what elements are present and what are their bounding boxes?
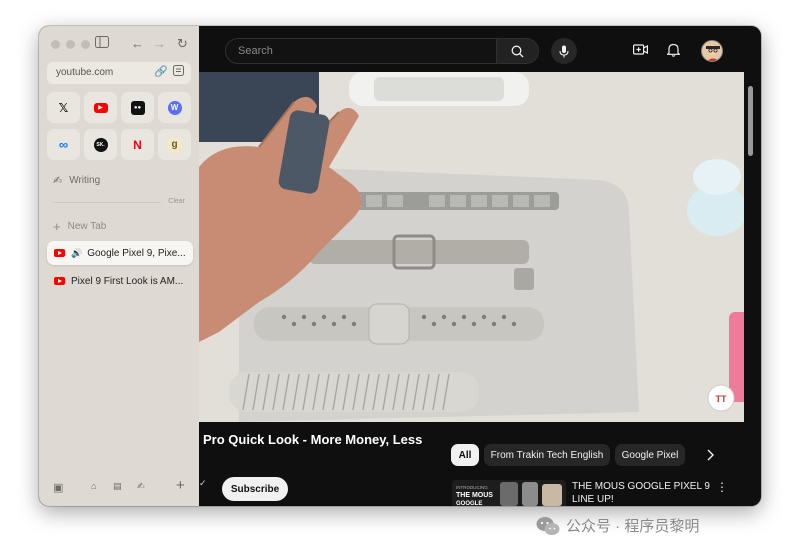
pen-icon: ✍ (53, 175, 63, 187)
svg-text:THE MOUS: THE MOUS (456, 492, 493, 499)
add-space-icon[interactable]: + (176, 477, 185, 494)
x-logo-icon: 𝕏 (58, 100, 69, 115)
verified-check-icon: ✓ (199, 478, 207, 488)
sidebar-divider (53, 202, 161, 203)
favorite-medium[interactable]: ●● (121, 92, 154, 123)
speaker-icon[interactable]: 🔊 (71, 248, 82, 259)
favorite-sk[interactable]: SK. (84, 129, 117, 160)
window-close-button[interactable] (51, 40, 60, 49)
wordpress-logo-icon: W (167, 100, 182, 115)
clear-tabs-button[interactable]: Clear (168, 198, 185, 205)
new-tab-button[interactable]: + New Tab (53, 219, 106, 234)
address-bar[interactable]: youtube.com 🔗 (47, 62, 191, 84)
reader-icon[interactable] (173, 65, 184, 79)
chip-all[interactable]: All (451, 444, 479, 466)
window-zoom-button[interactable] (81, 40, 90, 49)
tab-pixel-9-first-look[interactable]: Pixel 9 First Look is AM... (47, 269, 193, 293)
tab-label: Pixel 9 First Look is AM... (71, 275, 184, 287)
chip-google-pixel[interactable]: Google Pixel (615, 444, 685, 466)
notifications-bell-icon[interactable] (666, 43, 681, 62)
sk-logo-icon: SK. (93, 137, 108, 152)
search-placeholder: Search (238, 45, 273, 57)
space-icon-pen[interactable]: ✍ (137, 481, 145, 492)
sidebar-bottom-bar: ▣ ⌂ ▤ ✍ + (39, 472, 199, 506)
favorite-wordpress[interactable]: W (158, 92, 191, 123)
video-title: Pro Quick Look - More Money, Less (203, 432, 423, 447)
browser-window: ← → ↻ youtube.com 🔗 𝕏 ▶ ●● W ∞ SK. N g ✍… (39, 26, 761, 506)
youtube-favicon-icon (54, 249, 65, 257)
medium-logo-icon: ●● (130, 100, 145, 115)
watermark: 公众号 · 程序员黎明 (536, 515, 699, 536)
recommendation-thumbnail[interactable]: INTRODUCING THE MOUS GOOGLE (452, 480, 566, 506)
space-icon-2[interactable]: ▤ (113, 481, 122, 492)
favorite-youtube[interactable]: ▶ (84, 92, 117, 123)
g-logo-icon: g (167, 137, 182, 152)
more-options-icon[interactable]: ⋮ (716, 480, 728, 494)
favorite-x[interactable]: 𝕏 (47, 92, 80, 123)
watermark-text: 公众号 · 程序员黎明 (566, 518, 700, 535)
search-icon (511, 45, 524, 57)
link-icon[interactable]: 🔗 (154, 65, 168, 78)
browser-sidebar: ← → ↻ youtube.com 🔗 𝕏 ▶ ●● W ∞ SK. N g ✍… (39, 26, 199, 506)
tab-label: Google Pixel 9, Pixe... (87, 247, 186, 259)
microphone-icon (559, 45, 569, 57)
sidebar-folder-label: Writing (69, 175, 101, 186)
page-scrollbar[interactable] (748, 86, 753, 156)
reload-icon[interactable]: ↻ (177, 34, 188, 54)
recommendation-title[interactable]: THE MOUS GOOGLE PIXEL 9 LINE UP! (572, 480, 712, 506)
chevron-right-icon[interactable] (706, 448, 714, 466)
create-video-icon[interactable] (633, 43, 648, 61)
youtube-page: Search TT Pro Quick Look - More Money, L… (199, 26, 761, 506)
subscribe-button[interactable]: Subscribe (222, 477, 288, 501)
space-icon-1[interactable]: ⌂ (91, 481, 96, 491)
user-avatar[interactable] (701, 40, 723, 62)
back-arrow-icon[interactable]: ← (131, 34, 144, 54)
video-frame: TT (199, 72, 744, 422)
plus-icon: + (53, 219, 61, 234)
voice-search-button[interactable] (551, 38, 577, 64)
forward-arrow-icon[interactable]: → (153, 34, 166, 54)
search-input[interactable]: Search (225, 38, 497, 64)
window-minimize-button[interactable] (66, 40, 75, 49)
favorite-netflix[interactable]: N (121, 129, 154, 160)
sidebar-toggle-icon[interactable] (95, 34, 109, 54)
youtube-favicon-icon (54, 277, 65, 285)
svg-text:INTRODUCING: INTRODUCING (456, 485, 488, 490)
svg-text:GOOGLE: GOOGLE (456, 501, 482, 506)
chip-from-trakin-tech[interactable]: From Trakin Tech English (484, 444, 610, 466)
new-tab-label: New Tab (67, 221, 107, 232)
svg-text:TT: TT (716, 394, 727, 404)
meta-logo-icon: ∞ (58, 137, 69, 152)
favorite-meta[interactable]: ∞ (47, 129, 80, 160)
video-player[interactable]: TT (199, 72, 744, 422)
wechat-icon (536, 516, 560, 535)
search-button[interactable] (497, 38, 539, 64)
favorite-g[interactable]: g (158, 129, 191, 160)
address-bar-url: youtube.com (56, 67, 114, 78)
netflix-logo-icon: N (133, 137, 142, 152)
tab-google-pixel-9[interactable]: 🔊 Google Pixel 9, Pixe... (47, 241, 193, 265)
downloads-icon[interactable]: ▣ (53, 481, 63, 494)
youtube-logo-icon: ▶ (93, 102, 108, 113)
sidebar-folder-writing[interactable]: ✍ Writing (53, 174, 100, 187)
